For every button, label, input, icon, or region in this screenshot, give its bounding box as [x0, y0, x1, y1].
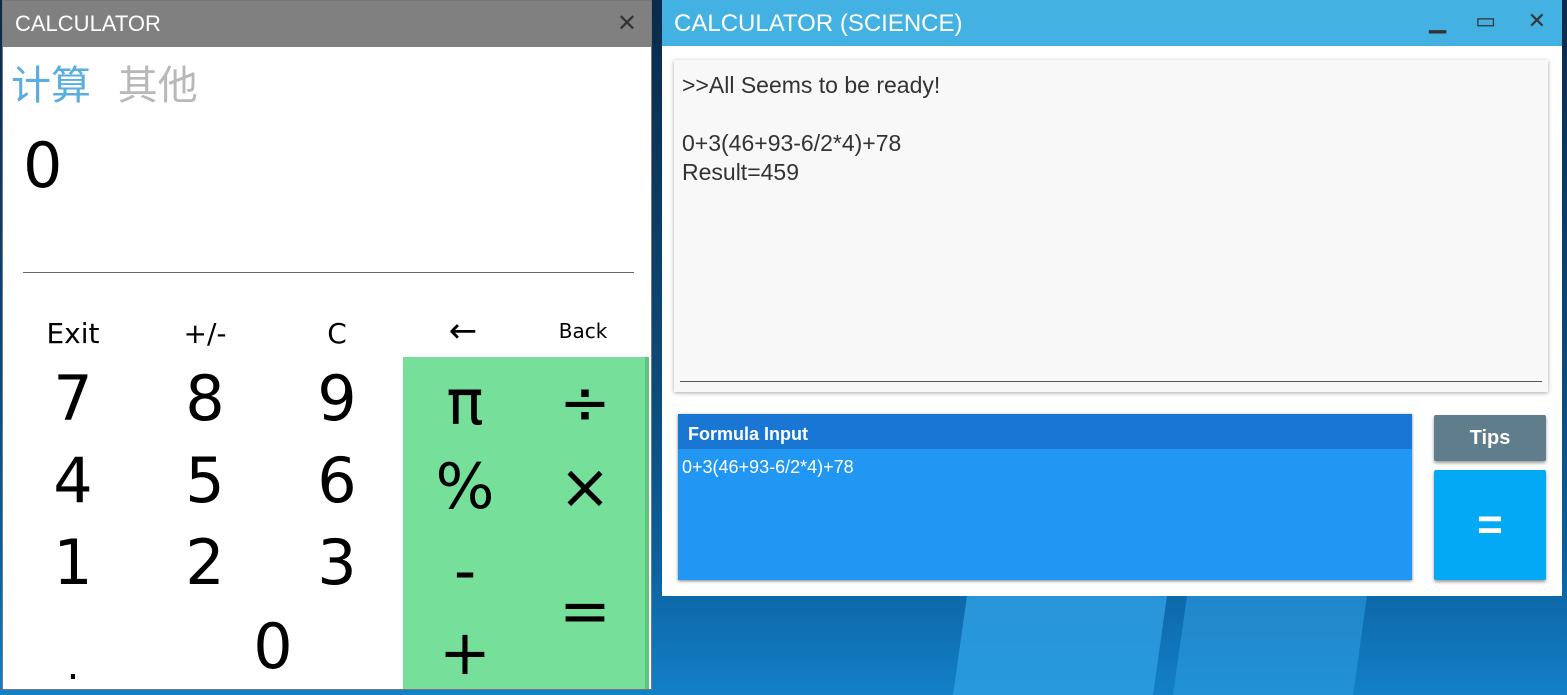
display-value: 0	[23, 129, 63, 202]
formula-input-field[interactable]: 0+3(46+93-6/2*4)+78	[678, 449, 1412, 486]
digit-7-button[interactable]: 7	[23, 359, 123, 437]
console-line: 0+3(46+93-6/2*4)+78	[682, 130, 902, 156]
digit-1-button[interactable]: 1	[23, 523, 123, 601]
console-line: Result=459	[682, 159, 799, 185]
desktop-wallpaper-light	[953, 596, 1167, 695]
output-console: >>All Seems to be ready! 0+3(46+93-6/2*4…	[674, 60, 1548, 392]
console-divider	[680, 381, 1542, 382]
display-divider	[23, 272, 634, 273]
digit-9-button[interactable]: 9	[287, 359, 387, 437]
science-calculator-window: CALCULATOR (SCIENCE) ▁ ▭ ✕ >>All Seems t…	[662, 0, 1562, 596]
calculator-window: CALCULATOR ✕ 计算 其他 0 Exit +/- C ← Back 7…	[2, 0, 652, 690]
window-title: CALCULATOR (SCIENCE)	[674, 10, 963, 37]
decimal-point-button[interactable]: .	[23, 623, 123, 689]
clear-button[interactable]: C	[287, 311, 387, 355]
tab-other[interactable]: 其他	[118, 63, 198, 109]
digit-0-button[interactable]: 0	[193, 607, 353, 685]
digit-3-button[interactable]: 3	[287, 523, 387, 601]
digit-6-button[interactable]: 6	[287, 441, 387, 519]
sign-toggle-button[interactable]: +/-	[155, 311, 255, 355]
digit-8-button[interactable]: 8	[155, 359, 255, 437]
minimize-icon[interactable]: ▁	[1429, 8, 1446, 34]
equals-button[interactable]: =	[1434, 470, 1546, 580]
keypad: Exit +/- C ← Back 7 8 9 4 5 6 1 2 3 . 0 …	[3, 301, 651, 689]
desktop-wallpaper-light	[1173, 596, 1367, 695]
equals-button[interactable]: =	[535, 531, 635, 689]
tab-bar: 计算 其他	[11, 53, 212, 111]
formula-input-panel: Formula Input 0+3(46+93-6/2*4)+78	[678, 414, 1412, 580]
back-button[interactable]: Back	[533, 309, 633, 353]
console-line: >>All Seems to be ready!	[682, 72, 941, 98]
maximize-icon[interactable]: ▭	[1475, 8, 1496, 34]
titlebar: CALCULATOR (SCIENCE) ▁ ▭ ✕	[662, 0, 1562, 46]
pi-button[interactable]: π	[415, 363, 515, 441]
digit-4-button[interactable]: 4	[23, 441, 123, 519]
digit-2-button[interactable]: 2	[155, 523, 255, 601]
tips-button[interactable]: Tips	[1434, 415, 1546, 461]
close-icon[interactable]: ✕	[617, 9, 637, 38]
multiply-button[interactable]: ×	[535, 447, 635, 525]
minus-button[interactable]: -	[415, 531, 515, 609]
plus-button[interactable]: +	[415, 615, 515, 689]
percent-button[interactable]: %	[415, 447, 515, 525]
divide-button[interactable]: ÷	[535, 363, 635, 441]
titlebar: CALCULATOR ✕	[3, 1, 651, 47]
exit-button[interactable]: Exit	[23, 311, 123, 355]
digit-5-button[interactable]: 5	[155, 441, 255, 519]
tab-calculate[interactable]: 计算	[11, 63, 91, 109]
window-title: CALCULATOR	[15, 11, 161, 36]
close-icon[interactable]: ✕	[1528, 8, 1546, 34]
backspace-button[interactable]: ←	[413, 309, 513, 353]
formula-input-header: Formula Input	[678, 414, 1412, 449]
